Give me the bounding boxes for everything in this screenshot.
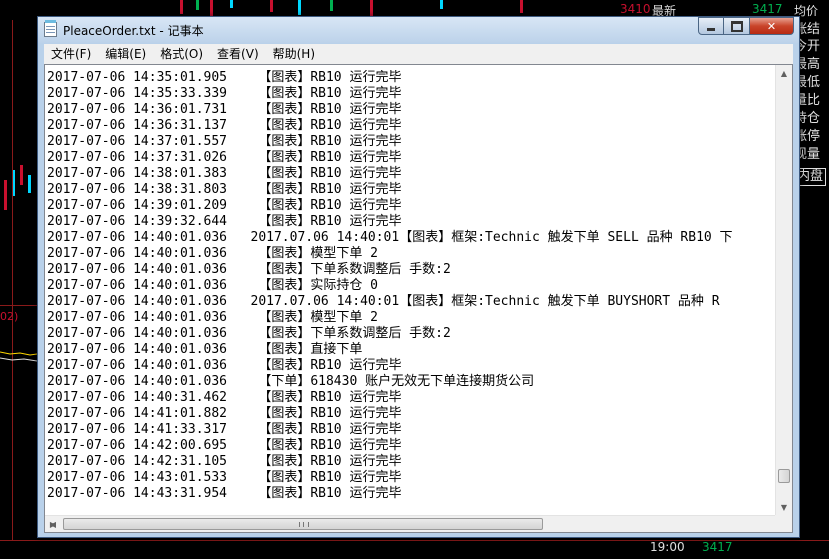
vertical-scroll-thumb[interactable]	[778, 469, 790, 483]
candle	[298, 0, 301, 15]
scroll-up-button[interactable]: ▲	[776, 65, 792, 82]
menu-edit[interactable]: 编辑(E)	[98, 44, 153, 64]
grid-line	[12, 20, 13, 540]
candle	[196, 0, 199, 10]
text-line: 2017-07-06 14:37:31.026 【图表】RB10 运行完毕	[47, 150, 402, 165]
text-line: 2017-07-06 14:42:00.695 【图表】RB10 运行完毕	[47, 438, 402, 453]
text-line: 2017-07-06 14:40:01.036 【图表】模型下单 2	[47, 310, 378, 325]
candle	[28, 175, 31, 193]
candle	[4, 180, 7, 210]
window-title: PleaceOrder.txt - 记事本	[63, 24, 204, 38]
text-line: 2017-07-06 14:41:01.882 【图表】RB10 运行完毕	[47, 406, 402, 421]
maximize-icon	[730, 20, 743, 32]
text-line: 2017-07-06 14:40:01.036 【图表】实际持仓 0	[47, 278, 378, 293]
notepad-icon[interactable]	[44, 20, 57, 37]
text-line: 2017-07-06 14:39:32.644 【图表】RB10 运行完毕	[47, 214, 402, 229]
candle	[230, 0, 233, 8]
text-line: 2017-07-06 14:40:01.036 【图表】直接下单	[47, 342, 363, 357]
arrow-down-icon: ▼	[780, 503, 788, 512]
close-button[interactable]: ✕	[750, 17, 794, 35]
menu-format[interactable]: 格式(O)	[153, 44, 210, 64]
text-line: 2017-07-06 14:36:31.137 【图表】RB10 运行完毕	[47, 118, 402, 133]
window-controls: ✕	[698, 17, 794, 36]
candle	[330, 0, 333, 11]
grip-icon	[299, 522, 309, 527]
text-line: 2017-07-06 14:42:31.105 【图表】RB10 运行完毕	[47, 454, 402, 469]
text-line: 2017-07-06 14:37:01.557 【图表】RB10 运行完毕	[47, 134, 402, 149]
bg-left-label: 02)	[0, 310, 19, 323]
editor-area[interactable]: 2017-07-06 14:35:01.905 【图表】RB10 运行完毕 201…	[44, 64, 793, 533]
text-line: 2017-07-06 14:40:01.036 【图表】RB10 运行完毕	[47, 358, 402, 373]
candle	[180, 0, 183, 14]
menu-bar: 文件(F) 编辑(E) 格式(O) 查看(V) 帮助(H)	[44, 44, 793, 64]
arrow-up-icon: ▲	[780, 69, 788, 78]
notepad-window[interactable]: PleaceOrder.txt - 记事本 ✕ 文件(F) 编辑(E) 格式(O…	[37, 16, 800, 538]
text-line: 2017-07-06 14:36:01.731 【图表】RB10 运行完毕	[47, 102, 402, 117]
text-line: 2017-07-06 14:40:01.036 【图表】下单系数调整后 手数:2	[47, 326, 451, 341]
text-line: 2017-07-06 14:40:31.462 【图表】RB10 运行完毕	[47, 390, 402, 405]
menu-help[interactable]: 帮助(H)	[266, 44, 322, 64]
text-line: 2017-07-06 14:43:01.533 【图表】RB10 运行完毕	[47, 470, 402, 485]
menu-view[interactable]: 查看(V)	[210, 44, 266, 64]
text-line: 2017-07-06 14:40:01.036 2017.07.06 14:40…	[47, 294, 720, 309]
text-line: 2017-07-06 14:39:01.209 【图表】RB10 运行完毕	[47, 198, 402, 213]
minimize-icon	[707, 27, 715, 31]
text-line: 2017-07-06 14:38:01.383 【图表】RB10 运行完毕	[47, 166, 402, 181]
scroll-right-button[interactable]: ▶	[45, 516, 61, 532]
scroll-down-button[interactable]: ▼	[776, 499, 792, 516]
text-line: 2017-07-06 14:41:33.317 【图表】RB10 运行完毕	[47, 422, 402, 437]
vertical-scrollbar[interactable]: ▲ ▼	[775, 65, 792, 516]
text-content[interactable]: 2017-07-06 14:35:01.905 【图表】RB10 运行完毕 201…	[47, 70, 775, 510]
candle	[20, 165, 23, 185]
bg-price: 3410	[620, 2, 651, 16]
text-line: 2017-07-06 14:38:31.803 【图表】RB10 运行完毕	[47, 182, 402, 197]
close-icon: ✕	[766, 19, 777, 33]
text-line: 2017-07-06 14:40:01.036 【图表】模型下单 2	[47, 246, 378, 261]
bg-yellow-curve	[0, 351, 37, 362]
arrow-right-icon: ▶	[49, 520, 57, 529]
text-line: 2017-07-06 14:35:01.905 【图表】RB10 运行完毕	[47, 70, 402, 85]
candle	[270, 0, 273, 12]
candle	[370, 0, 373, 16]
bg-bottom-time: 19:00	[650, 540, 685, 554]
title-bar[interactable]: PleaceOrder.txt - 记事本 ✕	[38, 17, 799, 43]
horizontal-scrollbar[interactable]: ◀ ▶	[45, 515, 776, 532]
scrollbar-corner	[775, 515, 792, 532]
text-line: 2017-07-06 14:40:01.036 【图表】下单系数调整后 手数:2	[47, 262, 451, 277]
grid-line	[0, 305, 37, 306]
minimize-button[interactable]	[698, 17, 724, 35]
text-line: 2017-07-06 14:35:33.339 【图表】RB10 运行完毕	[47, 86, 402, 101]
bg-price-latest: 3417	[752, 2, 783, 16]
candle	[210, 0, 213, 16]
maximize-button[interactable]	[724, 17, 750, 35]
text-line: 2017-07-06 14:43:31.954 【图表】RB10 运行完毕	[47, 486, 402, 501]
candle	[440, 0, 443, 9]
horizontal-scroll-thumb[interactable]	[63, 518, 543, 530]
candle	[520, 0, 523, 13]
text-line: 2017-07-06 14:40:01.036 【下单】618430 账户无效无…	[47, 374, 535, 389]
text-line: 2017-07-06 14:40:01.036 2017.07.06 14:40…	[47, 230, 733, 245]
bg-bottom-price: 3417	[702, 540, 733, 554]
menu-file[interactable]: 文件(F)	[44, 44, 98, 64]
